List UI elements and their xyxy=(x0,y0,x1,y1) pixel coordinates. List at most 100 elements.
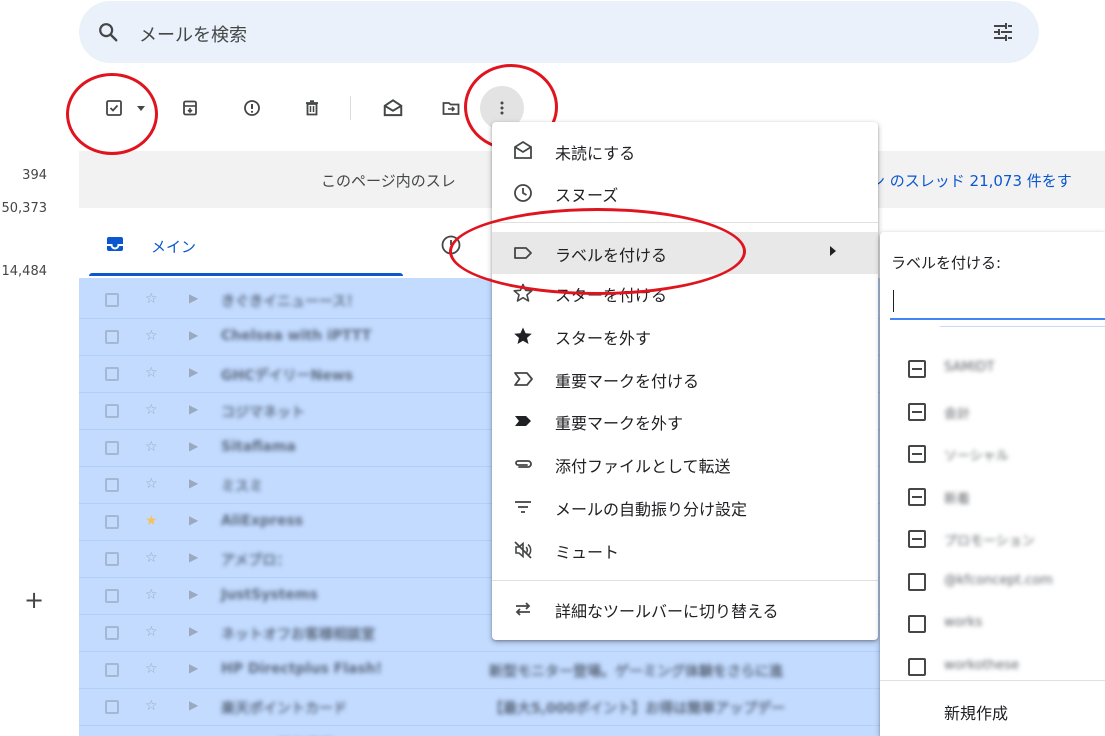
tune-icon[interactable] xyxy=(991,20,1015,44)
star-icon[interactable]: ☆ xyxy=(145,365,158,381)
important-icon[interactable]: ▶ xyxy=(189,291,198,305)
row-checkbox[interactable] xyxy=(105,626,119,640)
create-label-button[interactable]: + xyxy=(24,586,44,614)
search-bar[interactable]: メールを検索 xyxy=(79,1,1039,63)
select-all-link[interactable]: ン のスレッド 21,073 件をす xyxy=(870,170,1072,191)
label-option[interactable]: @kfconcept.com xyxy=(880,561,1105,603)
label-checkbox[interactable] xyxy=(908,572,926,591)
table-row[interactable]: ☆▶Lenovo特価情報 xyxy=(79,726,889,736)
important-icon[interactable]: ▶ xyxy=(189,550,198,564)
row-sender: ミスミ xyxy=(221,479,263,495)
mark-unread-icon xyxy=(514,140,532,159)
star-icon[interactable]: ☆ xyxy=(145,624,158,640)
select-dropdown-button[interactable] xyxy=(134,92,148,124)
active-tab-indicator xyxy=(89,273,403,276)
row-checkbox[interactable] xyxy=(105,330,119,344)
menu-item[interactable]: メールの自動振り分け設定 xyxy=(492,486,878,526)
star-icon[interactable]: ☆ xyxy=(145,661,158,677)
row-sender: GHCデイリーNews xyxy=(221,368,353,384)
row-snippet: 【最大5,000ポイント】お得は簡単アップデー xyxy=(489,701,786,717)
label-name: workothese xyxy=(944,657,1020,673)
star-icon[interactable]: ☆ xyxy=(145,550,158,566)
important-icon[interactable]: ▶ xyxy=(189,698,198,712)
menu-item[interactable]: 添付ファイルとして転送 xyxy=(492,443,878,483)
archive-button[interactable] xyxy=(180,92,200,124)
row-checkbox[interactable] xyxy=(105,367,119,381)
label-checkbox[interactable] xyxy=(908,360,926,378)
tab-main[interactable]: メイン xyxy=(79,212,403,276)
table-row[interactable]: ☆ ▶ HP Directplus Flash! 新型モニター登場。ゲーミング体験をさ… xyxy=(79,652,889,689)
sidebar-count: 14,484 xyxy=(1,264,48,279)
mark-read-icon xyxy=(383,99,403,117)
label-icon xyxy=(514,247,532,259)
label-checkbox[interactable] xyxy=(908,402,926,421)
important-icon[interactable]: ▶ xyxy=(189,365,198,379)
menu-item[interactable]: 重要マークを外す xyxy=(492,400,878,440)
row-checkbox[interactable] xyxy=(105,293,119,307)
table-row[interactable]: ☆ ▶ 楽天ポイントカード 【最大5,000ポイント】お得は簡単アップデー xyxy=(79,689,889,726)
important-icon[interactable]: ▶ xyxy=(189,476,198,490)
label-checkbox[interactable] xyxy=(908,657,926,676)
important-icon[interactable]: ▶ xyxy=(189,661,198,675)
important-icon[interactable]: ▶ xyxy=(189,513,198,527)
mark-read-button[interactable] xyxy=(382,92,404,124)
important-icon[interactable]: ▶ xyxy=(189,439,198,453)
row-checkbox[interactable] xyxy=(105,515,119,529)
label-option[interactable]: ソーシャル xyxy=(880,433,1105,475)
delete-button[interactable] xyxy=(302,92,322,124)
star-icon[interactable]: ☆ xyxy=(145,587,158,603)
menu-item[interactable]: スターを付ける xyxy=(492,272,878,312)
row-checkbox[interactable] xyxy=(105,700,119,714)
create-new-label-button[interactable]: 新規作成 xyxy=(944,700,1008,724)
star-icon[interactable]: ☆ xyxy=(145,328,158,344)
promotions-tab-icon[interactable] xyxy=(440,234,462,256)
menu-item[interactable]: ミュート xyxy=(492,529,878,569)
important-icon[interactable]: ▶ xyxy=(189,402,198,416)
label-checkbox[interactable] xyxy=(908,445,926,463)
row-checkbox[interactable] xyxy=(105,478,119,492)
menu-item[interactable]: スターを外す xyxy=(492,315,878,355)
sidebar-count: 50,373 xyxy=(1,201,48,216)
move-to-button[interactable] xyxy=(440,92,462,124)
row-checkbox[interactable] xyxy=(105,441,119,455)
menu-item-label: 重要マークを付ける xyxy=(555,372,700,391)
label-checkbox[interactable] xyxy=(908,487,926,506)
important-icon[interactable]: ▶ xyxy=(189,328,198,342)
report-spam-button[interactable] xyxy=(242,92,262,124)
star-icon[interactable]: ☆ xyxy=(145,291,158,307)
star-icon[interactable]: ☆ xyxy=(145,698,158,714)
label-option[interactable]: SAMIDT xyxy=(880,348,1105,390)
star-icon[interactable]: ☆ xyxy=(145,476,158,492)
label-checkbox[interactable] xyxy=(908,530,926,548)
move-to-icon xyxy=(442,102,460,115)
text-caret xyxy=(893,290,894,312)
search-input[interactable]: メールを検索 xyxy=(139,21,247,47)
label-option[interactable]: 会計 xyxy=(880,391,1105,433)
star-icon[interactable]: ☆ xyxy=(145,402,158,418)
row-checkbox[interactable] xyxy=(105,404,119,418)
label-option[interactable]: プロモーション xyxy=(880,518,1105,560)
select-checkbox-button[interactable] xyxy=(104,92,124,124)
important-icon[interactable]: ▶ xyxy=(189,624,198,638)
menu-item[interactable]: 未読にする xyxy=(492,130,878,170)
label-option[interactable]: works xyxy=(880,603,1105,645)
menu-item[interactable]: 詳細なツールバーに切り替える xyxy=(492,588,878,628)
star-icon[interactable]: ★ xyxy=(145,513,158,529)
star-icon[interactable]: ☆ xyxy=(145,439,158,455)
row-checkbox[interactable] xyxy=(105,589,119,603)
label-option[interactable]: workothese xyxy=(880,646,1105,688)
label-option[interactable]: 新着 xyxy=(880,476,1105,518)
search-icon[interactable] xyxy=(97,21,119,43)
menu-item[interactable]: ラベルを付ける xyxy=(492,232,878,274)
important-icon[interactable]: ▶ xyxy=(189,587,198,601)
menu-divider xyxy=(492,580,878,581)
important-outline-icon xyxy=(514,372,533,386)
row-checkbox[interactable] xyxy=(105,552,119,566)
menu-item[interactable]: 重要マークを付ける xyxy=(492,358,878,398)
label-search-input[interactable] xyxy=(890,286,1105,320)
label-checkbox[interactable] xyxy=(908,615,926,633)
list-top-divider xyxy=(940,326,1105,327)
menu-item-label: 重要マークを外す xyxy=(555,414,684,433)
menu-item[interactable]: スヌーズ xyxy=(492,172,878,212)
row-checkbox[interactable] xyxy=(105,663,119,677)
